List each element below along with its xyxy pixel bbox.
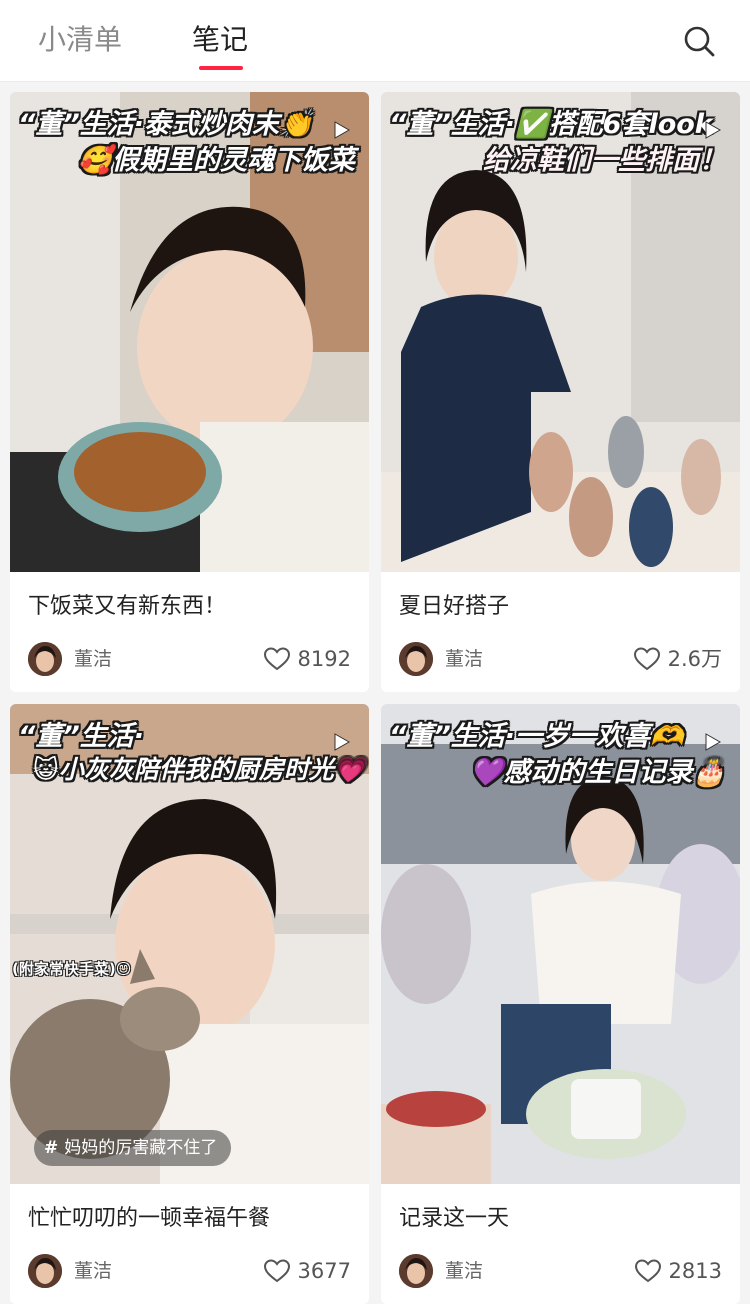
- author-name: 董洁: [445, 648, 484, 670]
- author-name: 董洁: [74, 648, 113, 670]
- note-cover-image[interactable]: “董”生活· 😺小灰灰陪伴我的厨房时光💗 (附家常快手菜)😊 # 妈妈的厉害藏不住…: [10, 704, 369, 1184]
- avatar: [399, 642, 433, 676]
- heart-icon: [634, 1259, 661, 1283]
- like-button[interactable]: 8192: [263, 644, 351, 674]
- video-play-icon: [705, 733, 722, 751]
- note-cover-image[interactable]: “董”生活·一岁一欢喜🫶 💜感动的生日记录🎂: [381, 704, 740, 1184]
- video-play-icon: [705, 121, 722, 139]
- note-title[interactable]: 记录这一天: [399, 1204, 729, 1234]
- like-button[interactable]: 2.6万: [633, 644, 722, 674]
- note-card[interactable]: “董”生活·一岁一欢喜🫶 💜感动的生日记录🎂 记录这一天 董洁 2813: [381, 704, 740, 1304]
- tab-checklist[interactable]: 小清单: [38, 22, 122, 58]
- note-title[interactable]: 夏日好搭子: [399, 592, 729, 622]
- cover-caption-line-2: 😺小灰灰陪伴我的厨房时光💗: [32, 755, 365, 784]
- cover-caption-line-1: “董”生活·泰式炒肉末👏: [18, 109, 313, 140]
- note-card[interactable]: “董”生活·泰式炒肉末👏 🥰假期里的灵魂下饭菜 下饭菜又有新东西！ 董洁 819…: [10, 92, 369, 692]
- hashtag-icon: #: [44, 1138, 59, 1158]
- cover-caption-line-2: 🥰假期里的灵魂下饭菜: [78, 145, 355, 176]
- video-play-icon: [334, 121, 351, 139]
- topic-tag[interactable]: # 妈妈的厉害藏不住了: [34, 1130, 232, 1166]
- cover-caption-line-2: 给凉鞋们一些排面！: [483, 145, 726, 176]
- video-play-icon: [334, 733, 351, 751]
- note-title[interactable]: 下饭菜又有新东西！: [28, 592, 358, 622]
- top-navigation-bar: 小清单 笔记: [0, 0, 750, 82]
- cover-caption-line-2: 💜感动的生日记录🎂: [469, 757, 726, 788]
- heart-icon: [263, 1259, 290, 1283]
- note-title[interactable]: 忙忙叨叨的一顿幸福午餐: [28, 1204, 358, 1234]
- search-icon: [684, 26, 715, 57]
- note-card[interactable]: “董”生活·✅搭配6套look 给凉鞋们一些排面！ 夏日好搭子 董洁 2.6万: [381, 92, 740, 692]
- avatar: [399, 1254, 433, 1288]
- note-cover-image[interactable]: “董”生活·泰式炒肉末👏 🥰假期里的灵魂下饭菜: [10, 92, 369, 572]
- like-button[interactable]: 3677: [263, 1256, 351, 1286]
- author-name: 董洁: [445, 1260, 484, 1282]
- avatar: [28, 642, 62, 676]
- cover-caption-line-1: “董”生活·一岁一欢喜🫶: [389, 721, 684, 752]
- note-card[interactable]: “董”生活· 😺小灰灰陪伴我的厨房时光💗 (附家常快手菜)😊 # 妈妈的厉害藏不住…: [10, 704, 369, 1304]
- cover-side-tag: (附家常快手菜)😊: [12, 960, 132, 978]
- tab-notes[interactable]: 笔记: [192, 22, 248, 58]
- like-button[interactable]: 2813: [634, 1256, 722, 1286]
- cover-caption-line-1: “董”生活·: [18, 721, 145, 752]
- cover-caption-line-1: “董”生活·✅搭配6套look: [389, 109, 713, 140]
- heart-icon: [263, 647, 290, 671]
- note-cover-image[interactable]: “董”生活·✅搭配6套look 给凉鞋们一些排面！: [381, 92, 740, 572]
- active-tab-indicator: [199, 66, 243, 70]
- author-name: 董洁: [74, 1260, 113, 1282]
- avatar: [28, 1254, 62, 1288]
- topic-tag-label: 妈妈的厉害藏不住了: [64, 1138, 218, 1158]
- heart-icon: [633, 647, 660, 671]
- search-button[interactable]: [680, 22, 720, 62]
